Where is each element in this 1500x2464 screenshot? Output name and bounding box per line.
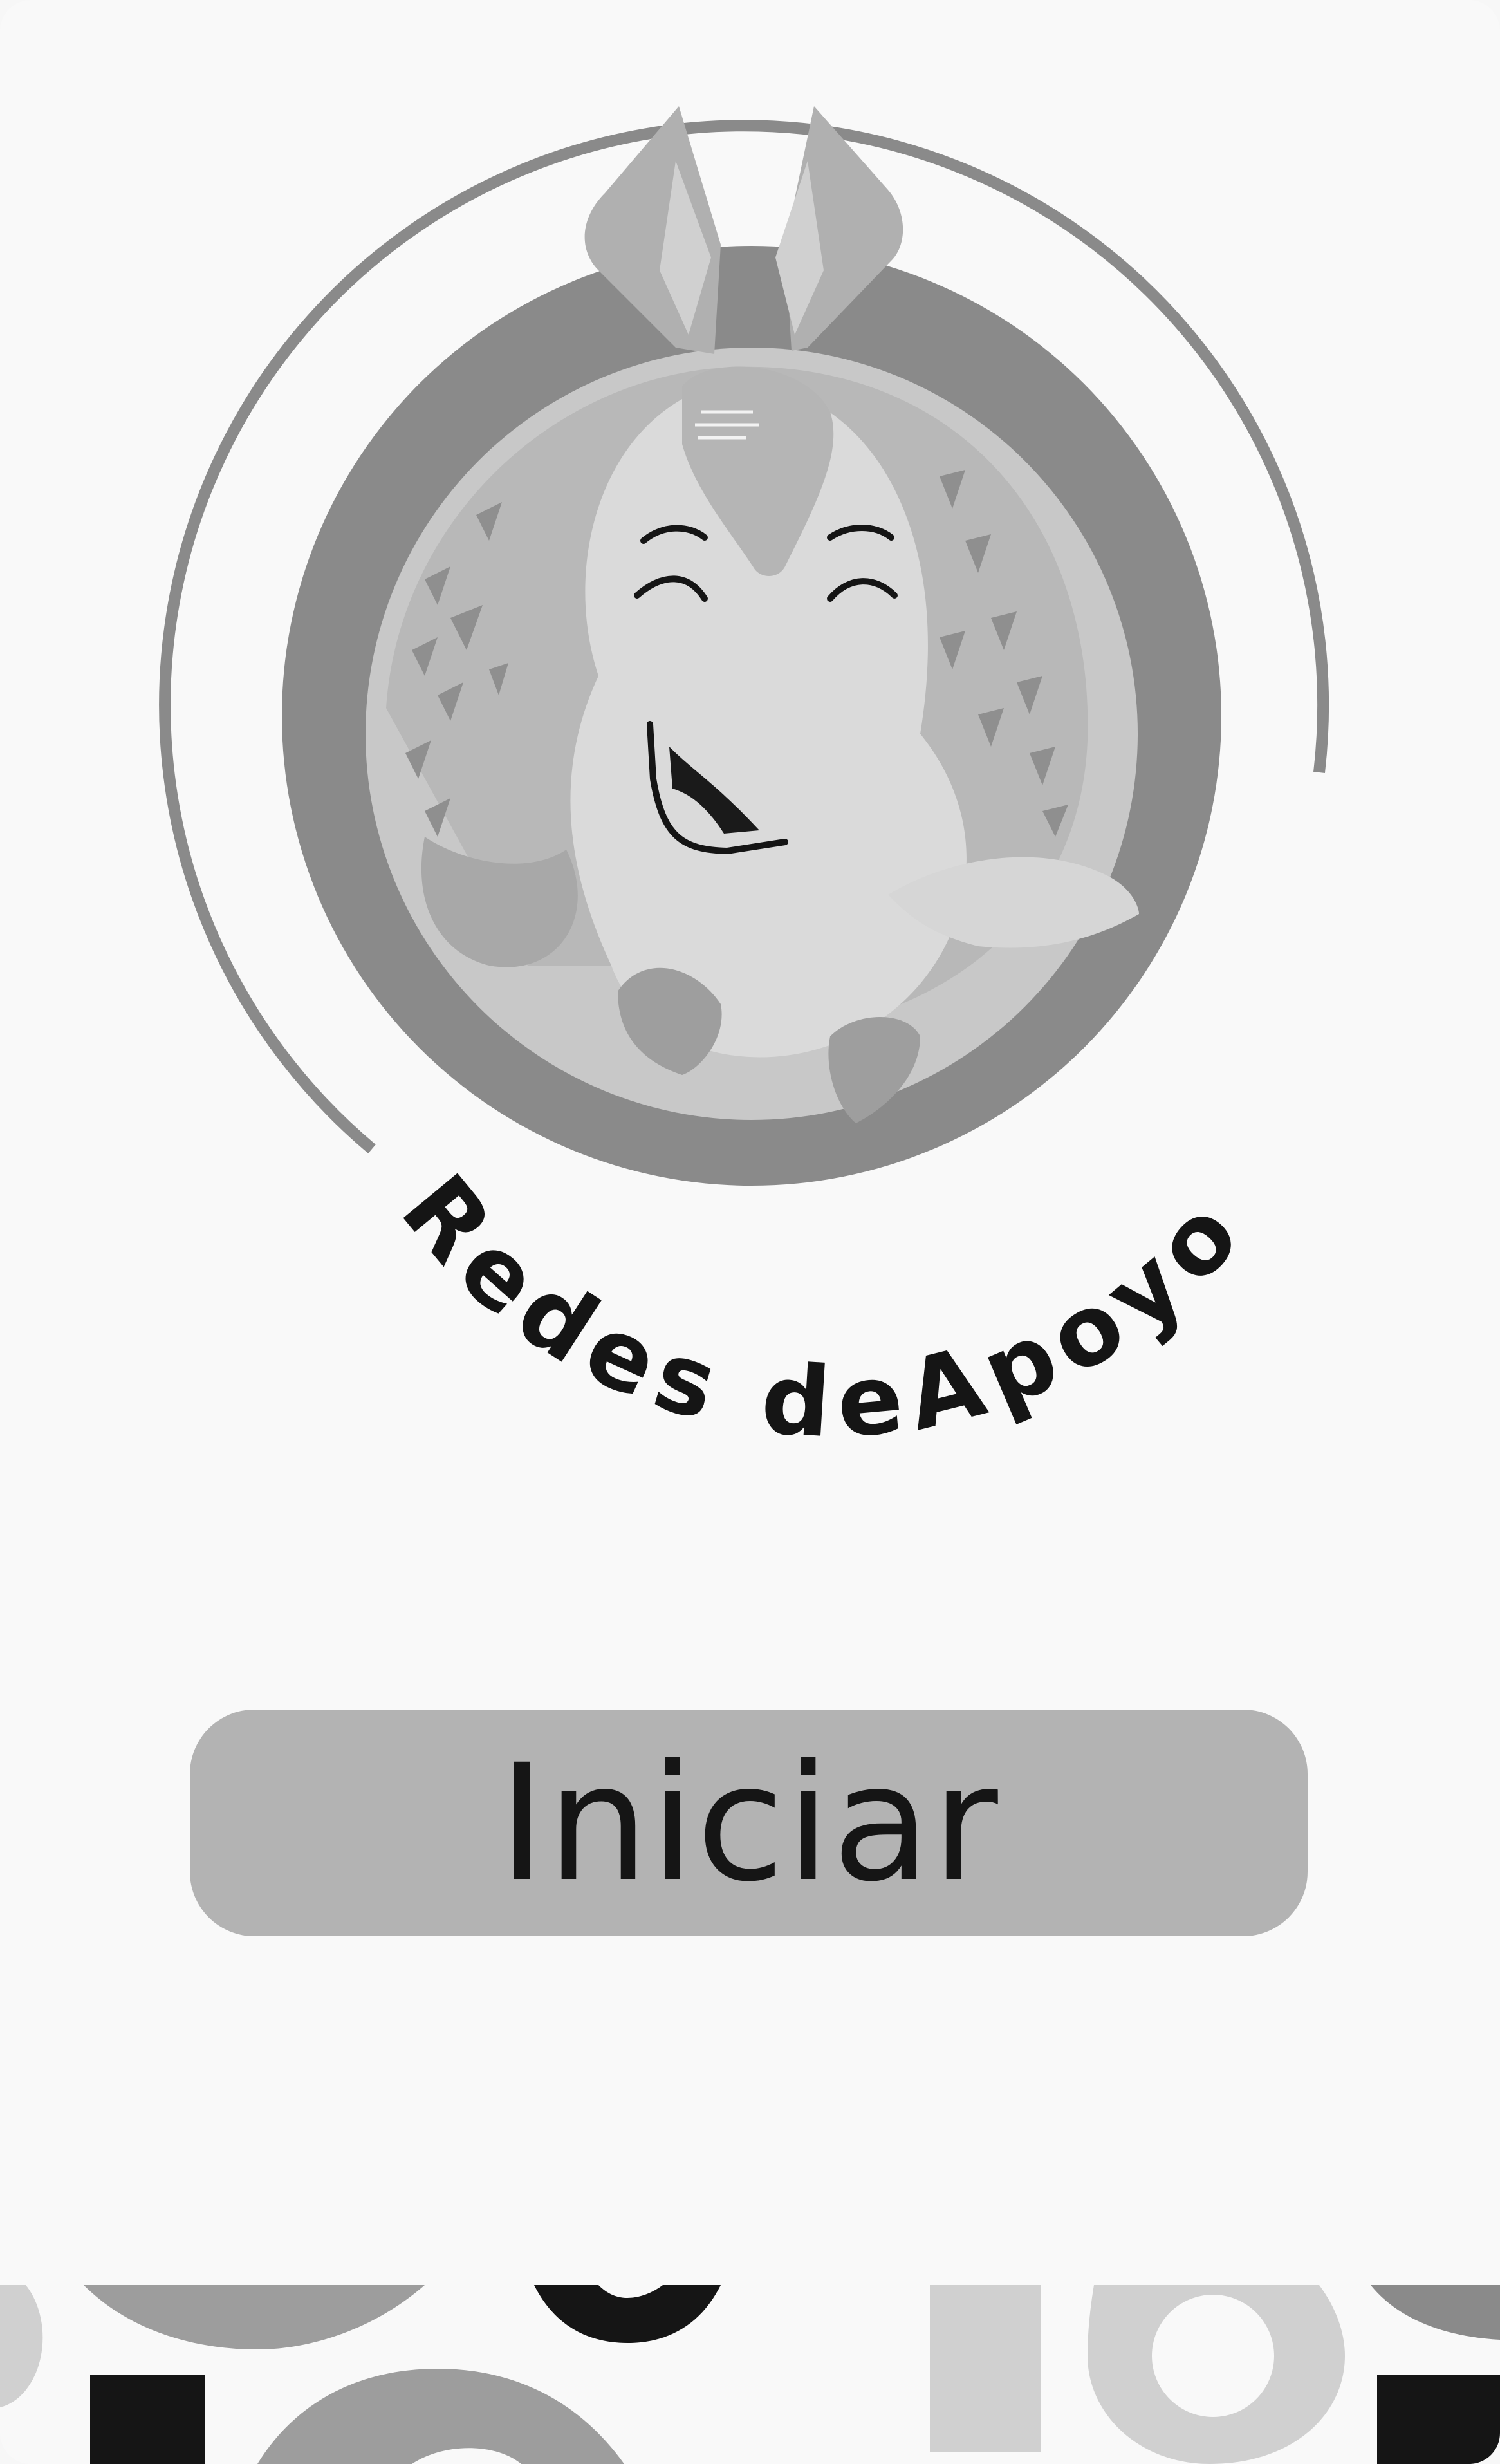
- start-button[interactable]: Iniciar: [190, 1710, 1308, 1936]
- logo-text: Redes deApoyo: [380, 1155, 1268, 1461]
- decorative-pattern: [0, 2285, 1500, 2464]
- splash-screen: Redes deApoyo Iniciar: [0, 0, 1500, 2464]
- app-logo: Redes deApoyo: [159, 106, 1329, 1461]
